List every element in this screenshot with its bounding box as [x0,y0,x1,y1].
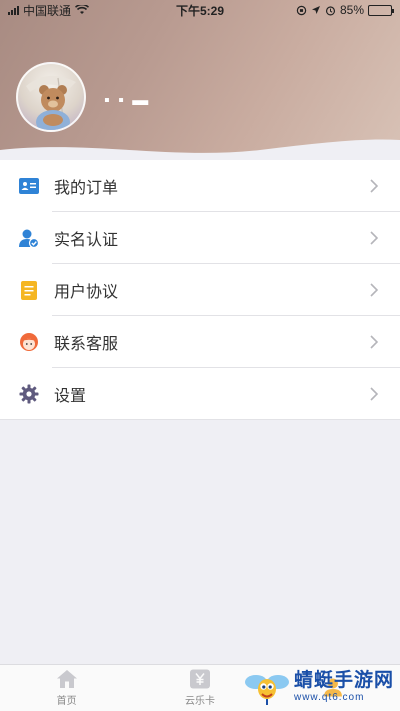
chevron-right-icon [362,330,386,354]
document-icon [18,279,40,301]
tab-home[interactable]: 首页 [0,665,133,711]
wifi-icon [75,5,90,14]
alarm-icon [325,5,336,15]
chevron-right-icon [362,278,386,302]
customer-service-icon [18,331,40,353]
battery-percent: 85% [339,3,364,17]
status-bar: 中国联通 下午5:29 85% [0,0,400,20]
menu-item-label: 用户协议 [54,284,119,301]
chevron-right-icon [362,174,386,198]
profile-menu: 我的订单 实名认证 用户协议 联系客服 设置 [0,160,400,420]
yen-card-icon [189,669,210,689]
tab-label: 云乐卡 [184,696,215,707]
menu-item-label: 我的订单 [54,180,119,197]
avatar[interactable] [16,62,86,132]
order-card-icon [18,175,40,197]
watermark-title: 蜻蜓手游网 [293,670,394,691]
menu-item-verification[interactable]: 实名认证 [0,212,400,264]
menu-item-label: 实名认证 [54,232,119,249]
carrier-label: 中国联通 [23,3,72,18]
chevron-right-icon [362,226,386,250]
menu-item-label: 联系客服 [54,336,119,353]
dragonfly-logo-icon [244,675,289,705]
menu-item-user-agreement[interactable]: 用户协议 [0,264,400,316]
signal-icon [8,5,19,15]
location-arrow-icon [311,6,320,14]
battery-icon [368,4,394,16]
user-verified-icon [18,227,40,249]
chevron-right-icon [362,382,386,406]
gear-icon [18,383,40,405]
menu-item-settings[interactable]: 设置 [0,368,400,420]
menu-item-orders[interactable]: 我的订单 [0,160,400,212]
home-icon [56,670,77,688]
watermark-url: www.qt6.com [293,692,365,703]
username: ▪ ▪ ▬ [104,92,151,109]
tab-label: 首页 [56,696,77,707]
menu-item-label: 设置 [54,388,87,405]
site-watermark: 蜻蜓手游网 www.qt6.com [244,668,394,706]
orientation-lock-icon [296,5,307,15]
menu-item-customer-service[interactable]: 联系客服 [0,316,400,368]
profile-header: 中国联通 下午5:29 85% ▪ ▪ ▬ [0,0,400,160]
